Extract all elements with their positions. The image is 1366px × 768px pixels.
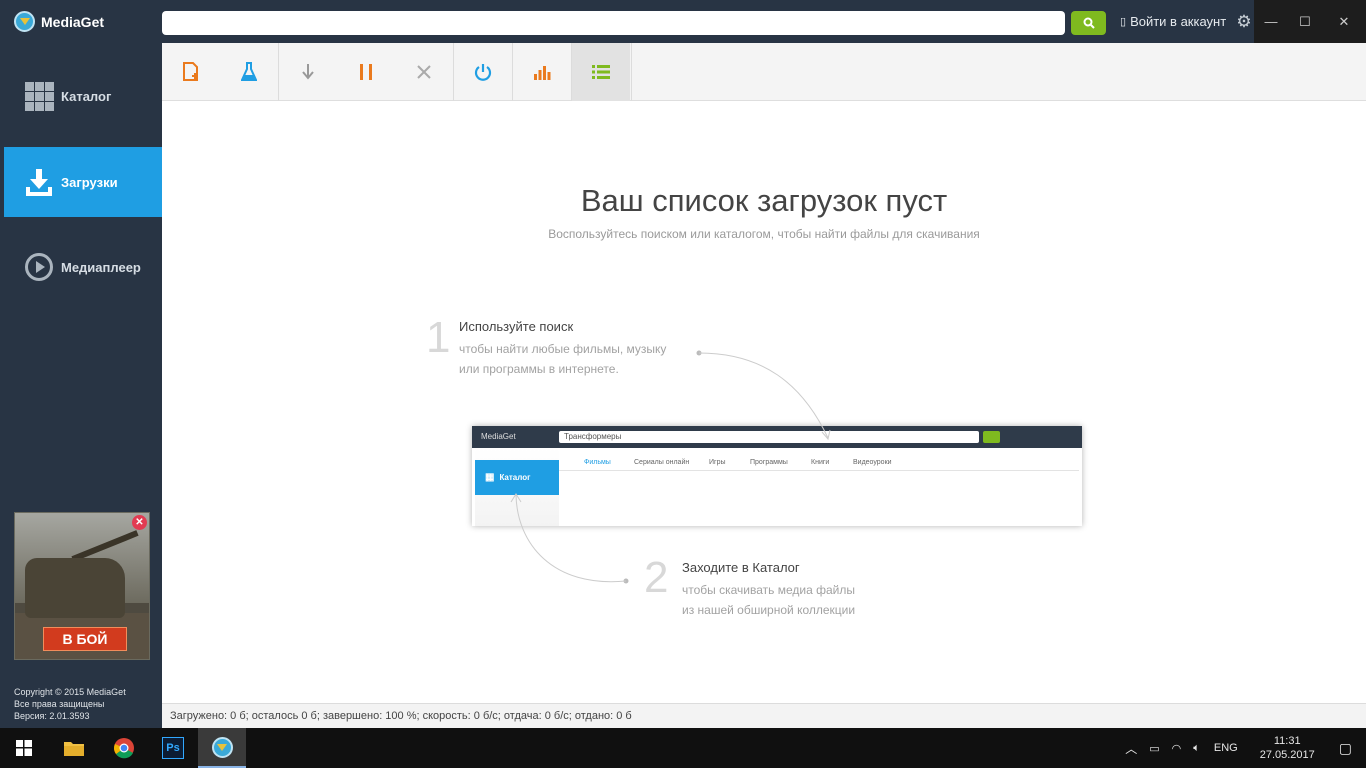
taskbar-photoshop[interactable]: Ps: [149, 728, 197, 768]
toolbar: [162, 43, 1366, 101]
preview-tab: Видеоуроки: [853, 459, 892, 466]
step-2-desc-line: чтобы скачивать медиа файлы: [682, 583, 855, 597]
minimize-button[interactable]: —: [1254, 0, 1288, 43]
preview-catalog-label: Каталог: [499, 473, 531, 482]
windows-logo-icon: [16, 740, 32, 756]
copyright: Copyright © 2015 MediaGet Все права защи…: [14, 686, 126, 722]
catalog-preview-illustration: MediaGet Трансформеры ▦ Каталог Фильмы С…: [472, 426, 1082, 526]
downloads-panel: Ваш список загрузок пуст Воспользуйтесь …: [162, 43, 1366, 703]
power-icon: [474, 64, 492, 81]
preview-tab: Сериалы онлайн: [634, 459, 690, 466]
sidebar-item-label: Медиаплеер: [61, 259, 141, 275]
version-line: Версия: 2.01.3593: [14, 711, 90, 721]
clock-date: 27.05.2017: [1259, 749, 1315, 761]
sidebar-item-label: Загрузки: [61, 174, 118, 190]
preview-search-button: [983, 431, 1000, 443]
download-button[interactable]: [279, 43, 337, 101]
clock-time: 11:31: [1273, 735, 1301, 747]
photoshop-icon: Ps: [162, 737, 184, 759]
step-1-title: Используйте поиск: [459, 319, 574, 334]
preview-catalog-item: ▦ Каталог: [475, 460, 559, 495]
battery-icon[interactable]: ▭: [1143, 742, 1165, 755]
empty-state-title: Ваш список загрузок пуст: [580, 183, 948, 218]
clock[interactable]: 11:31 27.05.2017: [1246, 734, 1329, 762]
step-2-number: 2: [644, 553, 669, 602]
arrow-down-icon: [302, 64, 314, 80]
close-icon: [417, 65, 431, 79]
door-icon: ▯: [1120, 16, 1127, 28]
add-file-icon: [183, 62, 198, 81]
sidebar-item-catalog[interactable]: Каталог: [4, 61, 162, 131]
preview-search-field: Трансформеры: [559, 431, 979, 443]
start-button[interactable]: [0, 728, 48, 768]
taskbar-explorer[interactable]: [50, 728, 98, 768]
add-file-button[interactable]: [162, 43, 220, 101]
stats-button[interactable]: [513, 43, 571, 101]
step-2-title: Заходите в Каталог: [682, 560, 800, 575]
title-bar: MediaGet ▯ Войти в аккаунт ⚙ — ☐ ✕: [0, 0, 1366, 43]
mediaget-logo-icon: [14, 11, 35, 32]
grid-icon: ▦: [485, 472, 495, 483]
notifications-icon[interactable]: ▢: [1329, 740, 1366, 757]
language-indicator[interactable]: ENG: [1206, 742, 1246, 754]
list-view-button[interactable]: [572, 43, 630, 101]
flask-button[interactable]: [220, 43, 278, 101]
status-bar: Загружено: 0 б; осталось 0 б; завершено:…: [162, 703, 1366, 728]
mediaget-window: MediaGet ▯ Войти в аккаунт ⚙ — ☐ ✕ Катал…: [0, 0, 1366, 728]
search-button[interactable]: [1071, 11, 1106, 35]
ad-banner[interactable]: В БОЙ ✕: [14, 512, 150, 660]
login-link[interactable]: ▯ Войти в аккаунт: [1120, 14, 1226, 29]
window-controls: — ☐ ✕: [1254, 0, 1366, 43]
step-1-desc-line: или программы в интернете.: [459, 362, 619, 376]
sidebar: Каталог Загрузки Медиаплеер В БОЙ ✕ Copy…: [4, 43, 162, 728]
sidebar-item-label: Каталог: [61, 88, 112, 104]
windows-taskbar: Ps ︿ ▭ ◠ 🔈︎ ENG 11:31 27.05.2017 ▢: [0, 728, 1366, 768]
maximize-button[interactable]: ☐: [1288, 0, 1322, 43]
empty-state-subtitle: Воспользуйтесь поиском или каталогом, чт…: [548, 227, 980, 241]
list-icon: [592, 65, 610, 79]
pause-button[interactable]: [337, 43, 395, 101]
step-2-desc: чтобы скачивать медиа файлы из нашей обш…: [682, 580, 855, 620]
step-1-desc-line: чтобы найти любые фильмы, музыку: [459, 342, 667, 356]
ad-cta-button[interactable]: В БОЙ: [43, 627, 127, 651]
preview-tab: Фильмы: [584, 459, 611, 466]
app-name: MediaGet: [41, 13, 105, 30]
copyright-line: Copyright © 2015 MediaGet: [14, 687, 126, 697]
app-logo: MediaGet: [14, 11, 104, 32]
pause-icon: [360, 64, 372, 80]
tank-image: [25, 558, 125, 618]
taskbar-chrome[interactable]: [100, 728, 148, 768]
sidebar-item-mediaplayer[interactable]: Медиаплеер: [4, 232, 162, 302]
sidebar-item-downloads[interactable]: Загрузки: [4, 147, 162, 217]
preview-tab: Книги: [811, 459, 830, 466]
volume-icon[interactable]: 🔈︎: [1187, 742, 1206, 755]
cancel-button[interactable]: [395, 43, 453, 101]
login-label: Войти в аккаунт: [1130, 14, 1227, 29]
ad-close-icon[interactable]: ✕: [132, 515, 147, 530]
step-1-desc: чтобы найти любые фильмы, музыку или про…: [459, 339, 666, 379]
flask-icon: [241, 62, 257, 81]
preview-tab: Программы: [750, 459, 788, 466]
settings-gear-icon[interactable]: ⚙: [1235, 13, 1253, 31]
power-button[interactable]: [454, 43, 512, 101]
preview-tab: Игры: [709, 459, 726, 466]
step-2-desc-line: из нашей обширной коллекции: [682, 603, 856, 617]
preview-logo: MediaGet: [481, 432, 516, 441]
taskbar-mediaget[interactable]: [198, 728, 246, 768]
mediaget-logo-icon: [211, 736, 233, 758]
close-button[interactable]: ✕: [1322, 0, 1366, 43]
grid-icon: [24, 81, 54, 111]
search-icon: [1083, 17, 1095, 29]
folder-icon: [64, 742, 84, 756]
copyright-line: Все права защищены: [14, 699, 105, 709]
chrome-icon: [114, 738, 134, 759]
wifi-icon[interactable]: ◠: [1166, 742, 1188, 755]
download-icon: [24, 167, 54, 197]
search-input[interactable]: [162, 11, 1065, 35]
play-circle-icon: [24, 252, 54, 282]
chevron-up-icon[interactable]: ︿: [1119, 740, 1143, 757]
bar-chart-icon: [534, 66, 551, 80]
system-tray: ︿ ▭ ◠ 🔈︎ ENG 11:31 27.05.2017 ▢: [1119, 728, 1366, 768]
step-1-number: 1: [426, 313, 451, 362]
